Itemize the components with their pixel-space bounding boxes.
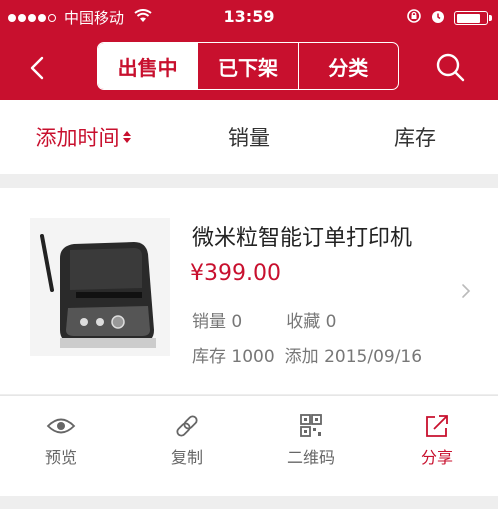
stock-count: 库存 1000 [192,347,275,367]
qrcode-label: 二维码 [286,448,335,467]
added-date: 添加 2015/09/16 [284,347,423,367]
product-image [30,218,170,356]
qrcode-icon [300,414,322,437]
sort-by-sales[interactable]: 销量 [166,100,332,174]
share-label: 分享 [420,448,453,467]
search-icon [436,53,465,82]
chevron-left-icon [30,56,44,80]
share-icon [426,415,448,437]
product-meta-row: 销量 0 收藏 0 [192,307,336,332]
sort-label: 添加时间 [35,126,120,150]
sort-arrows-icon [122,131,131,143]
header: 中国移动 13:59 出售中 已下架 分类 [0,0,498,100]
nav-bar: 出售中 已下架 分类 [0,34,498,100]
copy-label: 复制 [170,448,203,467]
preview-label: 预览 [44,448,77,467]
alarm-icon [430,8,446,28]
back-button[interactable] [20,50,56,86]
search-button[interactable] [432,49,468,85]
product-price: ¥399.00 [190,261,281,286]
product-name: 微米粒智能订单打印机 [192,226,413,251]
qrcode-button[interactable]: 二维码 [271,414,351,468]
product-meta-row: 库存 1000 添加 2015/09/16 [192,342,422,367]
product-card[interactable]: 微米粒智能订单打印机 ¥399.00 销量 0 收藏 0 库存 1000 添加 20… [0,188,498,394]
status-tabs: 出售中 已下架 分类 [97,42,399,90]
tab-delisted[interactable]: 已下架 [197,43,297,89]
favorites-count: 收藏 0 [286,312,337,332]
eye-icon [46,418,76,434]
sort-by-stock[interactable]: 库存 [332,100,498,174]
printer-image [30,218,170,356]
status-right [406,8,492,28]
actions-bar: 预览 复制 二维码 分享 [0,395,498,496]
status-bar: 中国移动 13:59 [0,0,498,34]
tab-category[interactable]: 分类 [297,43,398,89]
share-button[interactable]: 分享 [397,414,477,468]
copy-button[interactable]: 复制 [147,414,227,468]
sort-bar: 添加时间 销量 库存 [0,100,498,174]
battery-icon [454,11,492,25]
chevron-right-icon [460,283,472,299]
preview-button[interactable]: 预览 [21,414,101,468]
rotation-lock-icon [406,8,422,28]
battery-level [456,13,480,23]
link-icon [176,415,198,437]
sales-count: 销量 0 [192,312,243,332]
tab-on-sale[interactable]: 出售中 [98,43,198,89]
sort-by-added-time[interactable]: 添加时间 [0,100,166,174]
